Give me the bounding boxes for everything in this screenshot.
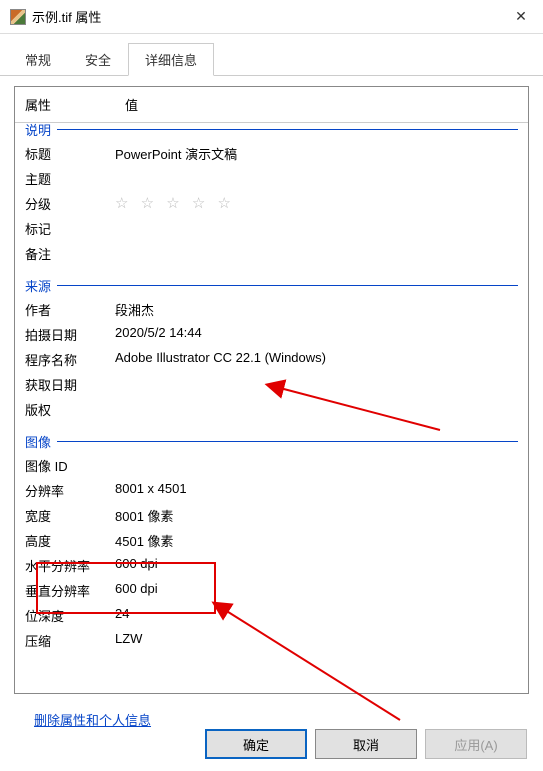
row-subject[interactable]: 主题 <box>25 166 518 191</box>
titlebar: 示例.tif 属性 ✕ <box>0 0 543 34</box>
section-image: 图像 图像 ID 分辨率8001 x 4501 宽度8001 像素 高度4501… <box>25 428 518 653</box>
close-icon[interactable]: ✕ <box>507 8 535 25</box>
tab-details[interactable]: 详细信息 <box>128 43 214 76</box>
rating-stars[interactable]: ☆ ☆ ☆ ☆ ☆ <box>115 194 518 213</box>
column-header: 属性 值 <box>15 87 528 123</box>
row-program[interactable]: 程序名称Adobe Illustrator CC 22.1 (Windows) <box>25 347 518 372</box>
section-origin-label: 来源 <box>25 276 51 295</box>
row-rating[interactable]: 分级☆ ☆ ☆ ☆ ☆ <box>25 191 518 216</box>
row-height[interactable]: 高度4501 像素 <box>25 528 518 553</box>
file-icon <box>10 9 26 25</box>
row-title[interactable]: 标题PowerPoint 演示文稿 <box>25 141 518 166</box>
row-width[interactable]: 宽度8001 像素 <box>25 503 518 528</box>
cancel-button[interactable]: 取消 <box>315 729 417 759</box>
row-acquired[interactable]: 获取日期 <box>25 372 518 397</box>
window-title: 示例.tif 属性 <box>32 7 507 26</box>
row-hres[interactable]: 水平分辨率600 dpi <box>25 553 518 578</box>
row-resolution[interactable]: 分辨率8001 x 4501 <box>25 478 518 503</box>
row-author[interactable]: 作者段湘杰 <box>25 297 518 322</box>
row-copyright[interactable]: 版权 <box>25 397 518 422</box>
header-value: 值 <box>115 87 528 122</box>
tabstrip: 常规 安全 详细信息 <box>0 34 543 76</box>
section-origin: 来源 作者段湘杰 拍摄日期2020/5/2 14:44 程序名称Adobe Il… <box>25 272 518 422</box>
row-notes[interactable]: 备注 <box>25 241 518 266</box>
apply-button: 应用(A) <box>425 729 527 759</box>
ok-button[interactable]: 确定 <box>205 729 307 759</box>
tab-general[interactable]: 常规 <box>8 43 68 76</box>
tab-security[interactable]: 安全 <box>68 43 128 76</box>
section-description: 说明 标题PowerPoint 演示文稿 主题 分级☆ ☆ ☆ ☆ ☆ 标记 备… <box>25 116 518 266</box>
dialog-buttons: 确定 取消 应用(A) <box>0 729 543 759</box>
row-compression[interactable]: 压缩LZW <box>25 628 518 653</box>
details-panel[interactable]: 属性 值 说明 标题PowerPoint 演示文稿 主题 分级☆ ☆ ☆ ☆ ☆… <box>14 86 529 694</box>
header-property: 属性 <box>15 87 115 122</box>
row-vres[interactable]: 垂直分辨率600 dpi <box>25 578 518 603</box>
row-taken[interactable]: 拍摄日期2020/5/2 14:44 <box>25 322 518 347</box>
row-imageid[interactable]: 图像 ID <box>25 453 518 478</box>
section-image-label: 图像 <box>25 432 51 451</box>
row-bitdepth[interactable]: 位深度24 <box>25 603 518 628</box>
row-tags[interactable]: 标记 <box>25 216 518 241</box>
